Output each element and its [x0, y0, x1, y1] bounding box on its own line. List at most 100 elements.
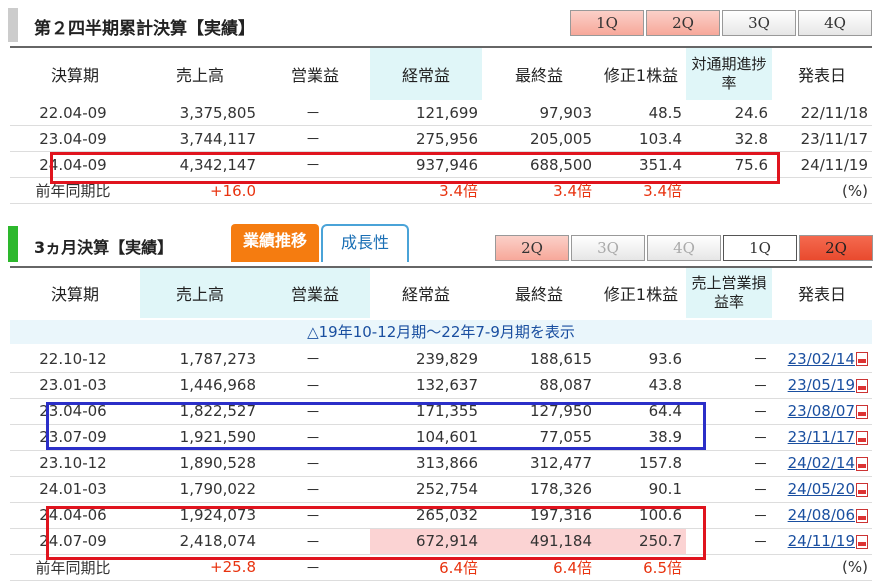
cell-margin: －	[686, 398, 772, 425]
cell-net: 197,316	[482, 502, 596, 529]
cell-net: 491,184	[482, 528, 596, 555]
release-date-link[interactable]: 23/05/19	[788, 376, 855, 394]
cell-net: 178,326	[482, 476, 596, 503]
tab-1q[interactable]: 1Q	[570, 10, 644, 36]
cell-date[interactable]: 23/05/19	[772, 372, 872, 399]
cell-operating: －	[260, 502, 370, 529]
cell-progress: 32.8	[686, 125, 772, 152]
tab-4q[interactable]: 4Q	[647, 235, 721, 261]
cell-ordinary: 937,946	[370, 151, 482, 178]
cell-eps: 48.5	[596, 100, 686, 126]
release-date-link[interactable]: 24/08/06	[788, 506, 855, 524]
header-sales: 売上高	[140, 268, 260, 318]
tab-2q[interactable]: 2Q	[799, 235, 873, 261]
release-date-link[interactable]: 23/08/07	[788, 402, 855, 420]
header-margin: 売上営業損益率	[686, 268, 772, 318]
release-date-link[interactable]: 23/02/14	[788, 350, 855, 368]
yoy-row: 前年同期比 +25.8 － 6.4倍 6.4倍 6.5倍 (%)	[10, 554, 872, 581]
cell-ordinary: 121,699	[370, 100, 482, 126]
cell-operating: －	[260, 372, 370, 399]
cell-period: 22.10-12	[10, 346, 140, 373]
cell-eps: 103.4	[596, 125, 686, 152]
cell-date[interactable]: 23/02/14	[772, 346, 872, 373]
header-eps: 修正1株益	[603, 66, 679, 85]
tab-4q[interactable]: 4Q	[798, 10, 872, 36]
yoy-sales: +25.8	[140, 554, 260, 581]
yoy-ordinary: 3.4倍	[370, 177, 482, 204]
tab-performance-trend[interactable]: 業績推移	[231, 224, 319, 262]
yoy-unit: (%)	[772, 177, 872, 204]
cell-margin: －	[686, 346, 772, 373]
cell-date[interactable]: 24/02/14	[772, 450, 872, 477]
cell-ordinary: 252,754	[370, 476, 482, 503]
cell-date: 24/11/19	[772, 151, 872, 178]
header-operating: 営業益	[260, 268, 370, 318]
cell-date[interactable]: 23/11/17	[772, 424, 872, 451]
release-date-link[interactable]: 24/02/14	[788, 454, 855, 472]
cell-eps: 38.9	[596, 424, 686, 451]
cell-date[interactable]: 24/05/20	[772, 476, 872, 503]
tab-growth[interactable]: 成長性	[321, 224, 409, 262]
cell-period: 24.01-03	[10, 476, 140, 503]
tab-3q[interactable]: 3Q	[571, 235, 645, 261]
release-date-link[interactable]: 24/11/19	[788, 532, 855, 550]
cell-operating: －	[260, 450, 370, 477]
header-date: 発表日	[797, 285, 846, 304]
section1-title: 第２四半期累計決算【実績】	[34, 19, 255, 39]
show-earlier-periods-link[interactable]: △19年10-12月期～22年7-9月期を表示	[10, 320, 872, 344]
pdf-icon[interactable]	[856, 456, 868, 471]
tab-3q[interactable]: 3Q	[722, 10, 796, 36]
pdf-icon[interactable]	[856, 378, 868, 393]
cell-operating: －	[260, 125, 370, 152]
cell-eps: 90.1	[596, 476, 686, 503]
header-progress: 対通期進捗率	[686, 48, 772, 100]
pdf-icon[interactable]	[856, 482, 868, 497]
cell-eps: 93.6	[596, 346, 686, 373]
yoy-label: 前年同期比	[10, 177, 140, 204]
cell-eps: 43.8	[596, 372, 686, 399]
table-row: 23.04-09 3,744,117 － 275,956 205,005 103…	[10, 125, 872, 152]
release-date-link[interactable]: 24/05/20	[788, 480, 855, 498]
yoy-operating: －	[260, 554, 370, 581]
table-row: 24.07-09 2,418,074 － 672,914 491,184 250.7 － 24…	[10, 528, 872, 555]
cell-sales: 2,418,074	[140, 528, 260, 555]
cell-net: 188,615	[482, 346, 596, 373]
cell-ordinary: 104,601	[370, 424, 482, 451]
cell-sales: 1,924,073	[140, 502, 260, 529]
cell-margin: －	[686, 424, 772, 451]
tab-2q[interactable]: 2Q	[646, 10, 720, 36]
cell-net: 88,087	[482, 372, 596, 399]
tab-2q-prev[interactable]: 2Q	[495, 235, 569, 261]
tab-1q[interactable]: 1Q	[723, 235, 797, 261]
header-operating: 営業益	[290, 66, 339, 85]
pdf-icon[interactable]	[856, 508, 868, 523]
header-net: 最終益	[514, 66, 563, 85]
cell-ordinary: 313,866	[370, 450, 482, 477]
cell-operating: －	[260, 346, 370, 373]
cell-date[interactable]: 23/08/07	[772, 398, 872, 425]
cell-date[interactable]: 24/11/19	[772, 528, 872, 555]
pdf-icon[interactable]	[856, 430, 868, 445]
table-row: 23.07-09 1,921,590 － 104,601 77,055 38.9 － 23/1…	[10, 424, 872, 451]
header-eps: 修正1株益	[603, 285, 679, 304]
cell-eps: 351.4	[596, 151, 686, 178]
cell-period: 24.04-09	[10, 151, 140, 178]
pdf-icon[interactable]	[856, 352, 868, 367]
header-sales: 売上高	[175, 66, 224, 85]
pdf-icon[interactable]	[856, 404, 868, 419]
pdf-icon[interactable]	[856, 534, 868, 549]
cell-period: 23.04-06	[10, 398, 140, 425]
section2-header-row: 決算期 売上高 営業益 経常益 最終益 修正1株益 売上営業損益率 発表日	[10, 268, 872, 318]
header-net: 最終益	[514, 285, 563, 304]
cell-date: 22/11/18	[772, 100, 872, 126]
section1-quarter-tabs: 1Q 2Q 3Q 4Q	[568, 10, 872, 36]
cell-date[interactable]: 24/08/06	[772, 502, 872, 529]
cell-sales: 1,787,273	[140, 346, 260, 373]
yoy-ordinary: 6.4倍	[370, 554, 482, 581]
title-stripe	[8, 8, 18, 42]
release-date-link[interactable]: 23/11/17	[788, 428, 855, 446]
cell-ordinary: 275,956	[370, 125, 482, 152]
header-period: 決算期	[50, 66, 99, 85]
cell-operating: －	[260, 100, 370, 126]
cell-eps: 100.6	[596, 502, 686, 529]
